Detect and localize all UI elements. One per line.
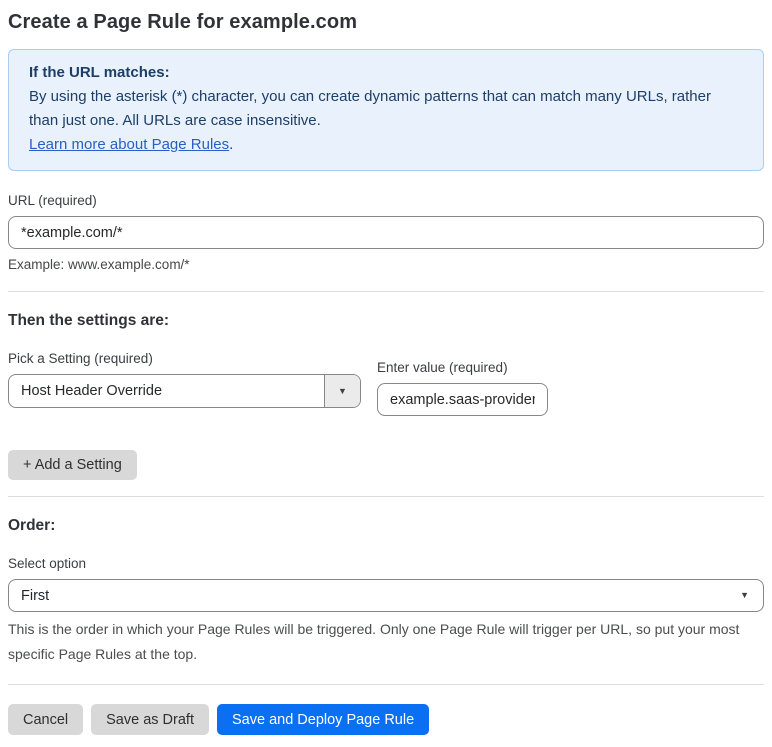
setting-select-arrow-button[interactable]: ▼ xyxy=(324,375,360,407)
order-select-label: Select option xyxy=(8,556,87,571)
url-helper-text: Example: www.example.com/* xyxy=(8,257,190,272)
divider xyxy=(8,291,764,292)
form-actions: Cancel Save as Draft Save and Deploy Pag… xyxy=(8,704,764,735)
info-banner-body: By using the asterisk (*) character, you… xyxy=(29,88,711,129)
order-select[interactable]: First ▼ xyxy=(8,579,764,612)
url-field-group: URL (required) Example: www.example.com/… xyxy=(8,193,764,272)
setting-value-input[interactable] xyxy=(377,383,548,416)
chevron-down-icon: ▼ xyxy=(338,385,347,396)
divider xyxy=(8,496,764,497)
setting-select[interactable]: Host Header Override ▼ xyxy=(8,374,361,408)
save-draft-button[interactable]: Save as Draft xyxy=(91,704,209,735)
learn-more-link[interactable]: Learn more about Page Rules xyxy=(29,136,229,153)
chevron-down-icon: ▼ xyxy=(740,590,749,600)
url-matches-info-banner: If the URL matches: By using the asteris… xyxy=(8,49,764,171)
pick-setting-label: Pick a Setting (required) xyxy=(8,351,153,366)
settings-section-heading: Then the settings are: xyxy=(8,312,170,329)
setting-select-value: Host Header Override xyxy=(21,383,163,399)
url-label: URL (required) xyxy=(8,193,97,208)
link-period: . xyxy=(229,136,234,153)
enter-value-label: Enter value (required) xyxy=(377,360,508,375)
order-section-heading: Order: xyxy=(8,517,56,534)
save-deploy-button[interactable]: Save and Deploy Page Rule xyxy=(216,704,430,735)
order-helper-text: This is the order in which your Page Rul… xyxy=(8,621,740,662)
order-select-value: First xyxy=(21,587,50,604)
url-input[interactable] xyxy=(8,216,764,249)
create-page-rule-form: Create a Page Rule for example.com If th… xyxy=(0,0,772,747)
cancel-button[interactable]: Cancel xyxy=(8,704,84,735)
add-setting-button[interactable]: + Add a Setting xyxy=(8,450,137,480)
divider xyxy=(8,684,764,685)
enter-value-group: Enter value (required) xyxy=(377,360,548,416)
info-banner-heading: If the URL matches: xyxy=(29,64,170,81)
pick-setting-group: Pick a Setting (required) Host Header Ov… xyxy=(8,351,361,408)
info-banner-link-line: Learn more about Page Rules. xyxy=(29,133,743,157)
settings-row: Pick a Setting (required) Host Header Ov… xyxy=(8,351,764,416)
page-title: Create a Page Rule for example.com xyxy=(8,11,358,33)
